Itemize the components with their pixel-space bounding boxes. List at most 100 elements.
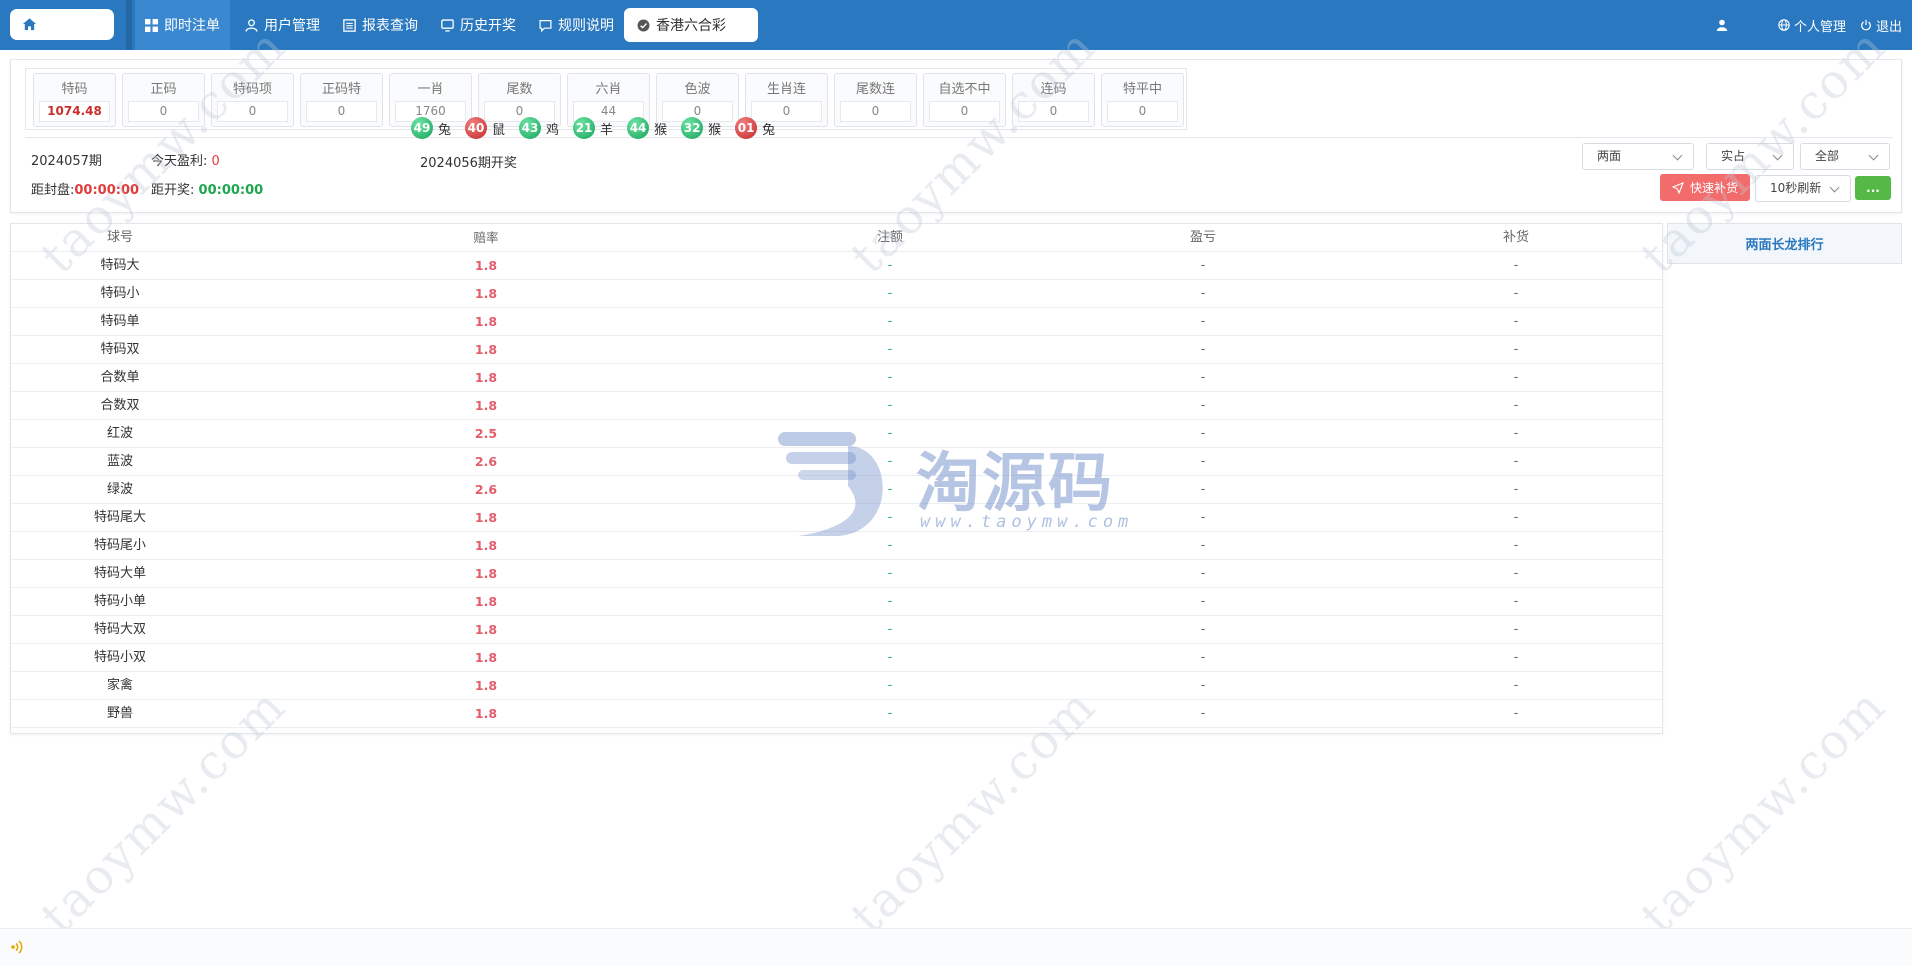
odds-value[interactable]: 2.6 xyxy=(386,448,586,475)
stat-tab[interactable]: 特平中 0 xyxy=(1101,73,1184,127)
odds-value[interactable]: 1.8 xyxy=(386,392,586,419)
scope-select[interactable]: 全部 xyxy=(1800,143,1890,170)
close-countdown: 距封盘:00:00:00 xyxy=(31,179,139,198)
stat-tab[interactable]: 尾数连 0 xyxy=(834,73,917,127)
nav-label: 历史开奖 xyxy=(460,18,516,34)
profit-label: 今天盈利: xyxy=(151,154,208,169)
stat-tab[interactable]: 自选不中 0 xyxy=(923,73,1006,127)
refresh-select[interactable]: 10秒刷新 xyxy=(1755,175,1851,202)
table-row: 野兽 1.8 - - - xyxy=(11,700,1662,728)
stat-name: 正码特 xyxy=(321,82,361,97)
supply-value: - xyxy=(1513,566,1519,581)
ball-name: 合数双 xyxy=(100,398,140,413)
supply-value: - xyxy=(1513,510,1519,525)
close-label: 距封盘: xyxy=(31,183,75,198)
zodiac-label: 猴 xyxy=(708,122,722,138)
bet-amount: - xyxy=(887,538,893,553)
odds-value[interactable]: 1.8 xyxy=(386,616,586,643)
table-row: 特码小单 1.8 - - - xyxy=(11,588,1662,616)
odds-value[interactable]: 1.8 xyxy=(386,252,586,279)
nav-label: 即时注单 xyxy=(164,18,220,34)
info-panel: 特码 1074.48 正码 0 特码项 0 正码特 0 一肖 1760 尾数 0 六肖 44 … xyxy=(10,59,1902,213)
profile-link[interactable]: 个人管理 xyxy=(1778,0,1846,50)
odds-value[interactable]: 1.8 xyxy=(386,280,586,307)
draw-item: 44 猴 xyxy=(627,117,673,139)
odds-value[interactable]: 1.8 xyxy=(386,308,586,335)
stat-name: 六肖 xyxy=(595,82,622,97)
stat-value: 0 xyxy=(929,101,1000,122)
supply-value: - xyxy=(1513,678,1519,693)
profit-loss: - xyxy=(1200,622,1206,637)
ball-name: 家禽 xyxy=(106,678,133,693)
stat-tab[interactable]: 特码项 0 xyxy=(211,73,294,127)
odds-value[interactable]: 1.8 xyxy=(386,672,586,699)
profit-value: 0 xyxy=(211,154,220,169)
supply-value: - xyxy=(1513,454,1519,469)
stat-tab[interactable]: 正码特 0 xyxy=(300,73,383,127)
stat-tab[interactable]: 正码 0 xyxy=(122,73,205,127)
ball-name: 特码小单 xyxy=(93,594,146,609)
stat-value: 0 xyxy=(840,101,911,122)
ball-name: 红波 xyxy=(106,426,133,441)
odds-value[interactable]: 1.8 xyxy=(386,532,586,559)
odds-value[interactable]: 1.8 xyxy=(386,364,586,391)
nav-user-management[interactable]: 用户管理 xyxy=(245,0,320,50)
last-draw-title: 2024056期开奖 xyxy=(420,156,517,171)
ball-name: 特码尾大 xyxy=(93,510,146,525)
table-row: 特码大单 1.8 - - - xyxy=(11,560,1662,588)
monitor-icon xyxy=(441,18,454,32)
bet-amount: - xyxy=(887,650,893,665)
nav-live-bets[interactable]: 即时注单 xyxy=(135,0,230,50)
account-icon-button[interactable] xyxy=(1716,0,1728,50)
more-button[interactable]: ... xyxy=(1855,176,1891,200)
profile-label: 个人管理 xyxy=(1794,19,1847,35)
logout-label: 退出 xyxy=(1876,19,1903,35)
divider xyxy=(25,137,1893,138)
mode-select[interactable]: 实占 xyxy=(1706,143,1794,170)
table-row: 特码尾小 1.8 - - - xyxy=(11,532,1662,560)
profit-loss: - xyxy=(1200,258,1206,273)
odds-value[interactable]: 1.8 xyxy=(386,504,586,531)
sound-icon[interactable] xyxy=(9,939,25,955)
zodiac-label: 鼠 xyxy=(492,122,506,138)
draw-item: 32 猴 xyxy=(681,117,727,139)
odds-value[interactable]: 2.6 xyxy=(386,476,586,503)
nav-reports[interactable]: 报表查询 xyxy=(343,0,418,50)
profit-loss: - xyxy=(1200,706,1206,721)
nav-rules[interactable]: 规则说明 xyxy=(539,0,614,50)
profit-loss: - xyxy=(1200,398,1206,413)
ball-name: 合数单 xyxy=(100,370,140,385)
profit-loss: - xyxy=(1200,342,1206,357)
zodiac-label: 鸡 xyxy=(546,122,560,138)
table-row: 红波 2.5 - - - xyxy=(11,420,1662,448)
odds-value[interactable]: 1.8 xyxy=(386,700,586,727)
stat-name: 自选不中 xyxy=(938,82,991,97)
stat-name: 尾数 xyxy=(506,82,533,97)
profit-loss: - xyxy=(1200,650,1206,665)
header-pl: 盈亏 xyxy=(1189,230,1216,245)
profit-loss: - xyxy=(1200,426,1206,441)
odds-value[interactable]: 2.5 xyxy=(386,420,586,447)
stat-tab-tema[interactable]: 特码 1074.48 xyxy=(33,73,116,127)
supply-value: - xyxy=(1513,482,1519,497)
number-ball: 01 xyxy=(735,117,758,139)
home-button[interactable] xyxy=(10,9,114,40)
odds-value[interactable]: 1.8 xyxy=(386,336,586,363)
zodiac-label: 羊 xyxy=(600,122,614,138)
supply-value: - xyxy=(1513,258,1519,273)
type-select[interactable]: 两面 xyxy=(1582,143,1694,170)
table-header: 球号 赔率 注额 盈亏 补货 xyxy=(11,224,1662,252)
supply-value: - xyxy=(1513,594,1519,609)
stat-tab[interactable]: 连码 0 xyxy=(1012,73,1095,127)
bottom-bar xyxy=(0,928,1912,966)
number-ball: 43 xyxy=(519,117,542,139)
nav-history[interactable]: 历史开奖 xyxy=(441,0,516,50)
long-dragon-ranking-tab[interactable]: 两面长龙排行 xyxy=(1667,223,1902,264)
odds-value[interactable]: 1.8 xyxy=(386,644,586,671)
odds-value[interactable]: 1.8 xyxy=(386,560,586,587)
logout-link[interactable]: 退出 xyxy=(1860,0,1902,50)
profit-loss: - xyxy=(1200,370,1206,385)
quick-supply-button[interactable]: 快速补货 xyxy=(1660,174,1750,201)
odds-value[interactable]: 1.8 xyxy=(386,588,586,615)
lottery-tab[interactable]: 香港六合彩 xyxy=(624,8,758,42)
